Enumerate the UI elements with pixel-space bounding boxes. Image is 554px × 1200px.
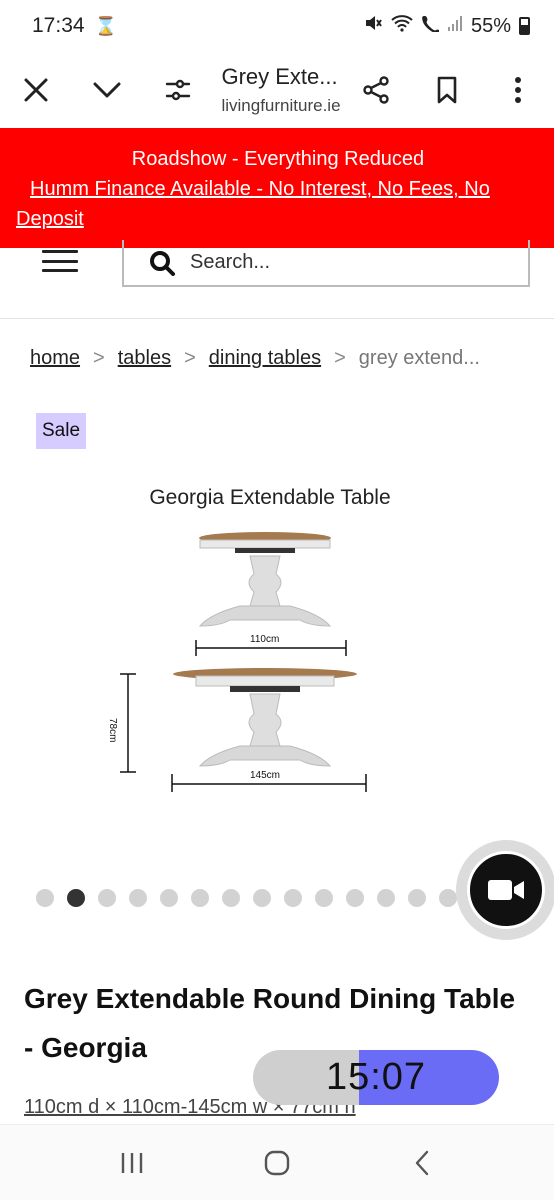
- carousel-dot[interactable]: [253, 889, 271, 907]
- breadcrumb-separator: >: [334, 347, 346, 369]
- carousel-dot[interactable]: [129, 889, 147, 907]
- carousel-dot[interactable]: [67, 889, 85, 907]
- search-icon: [150, 250, 175, 276]
- table-diagram: [120, 532, 367, 792]
- breadcrumb-tables[interactable]: tables: [118, 347, 171, 370]
- home-icon: [264, 1150, 290, 1175]
- video-call-button[interactable]: [456, 840, 554, 940]
- battery-icon: [519, 17, 530, 35]
- more-options-button[interactable]: [483, 58, 554, 122]
- status-icons: 55%: [363, 13, 530, 39]
- page-domain: livingfurniture.ie: [221, 96, 341, 115]
- image-caption: Georgia Extendable Table: [149, 486, 391, 509]
- carousel-dot[interactable]: [191, 889, 209, 907]
- minimize-button[interactable]: [71, 58, 142, 122]
- carousel-dot[interactable]: [160, 889, 178, 907]
- breadcrumb-separator: >: [184, 347, 196, 369]
- breadcrumb: home > tables > dining tables > grey ext…: [30, 347, 480, 370]
- back-button[interactable]: [392, 1133, 452, 1193]
- close-tab-button[interactable]: [0, 58, 71, 122]
- menu-button[interactable]: [42, 244, 78, 272]
- signal-icon: [447, 14, 463, 38]
- timer-text: 15:07: [325, 1056, 427, 1098]
- page-settings-button[interactable]: [142, 58, 213, 122]
- promo-headline: Roadshow - Everything Reduced: [131, 148, 425, 170]
- mute-icon: [363, 13, 383, 39]
- carousel-dot[interactable]: [439, 889, 457, 907]
- browser-toolbar: Grey Exte... livingfurniture.ie: [0, 52, 554, 128]
- status-bar: 17:34 ⌛ 55%: [0, 0, 554, 52]
- carousel-dot[interactable]: [222, 889, 240, 907]
- system-nav-bar: [0, 1124, 554, 1200]
- carousel-dot[interactable]: [284, 889, 302, 907]
- more-icon: [515, 77, 522, 103]
- timer-overlay[interactable]: 15:07: [253, 1050, 499, 1105]
- bookmark-icon: [437, 76, 457, 104]
- carousel-dot[interactable]: [377, 889, 395, 907]
- dim-closed-label: 110cm: [250, 634, 280, 645]
- dim-open-label: 145cm: [250, 770, 281, 781]
- carousel-dot[interactable]: [98, 889, 116, 907]
- search-input[interactable]: [190, 251, 490, 274]
- carousel-dot[interactable]: [315, 889, 333, 907]
- hamburger-line: [42, 269, 78, 272]
- carousel-dot[interactable]: [346, 889, 364, 907]
- carousel-dot[interactable]: [408, 889, 426, 907]
- breadcrumb-separator: >: [93, 347, 105, 369]
- url-area[interactable]: Grey Exte... livingfurniture.ie: [213, 64, 340, 116]
- search-bar[interactable]: [122, 240, 530, 287]
- product-image[interactable]: Georgia Extendable Table 110cm 145cm 78c…: [100, 478, 460, 818]
- wifi-calling-icon: [421, 14, 441, 38]
- finance-link[interactable]: Humm Finance Available - No Interest, No…: [16, 174, 540, 234]
- hourglass-icon: ⌛: [94, 15, 117, 36]
- recent-apps-icon: [122, 1152, 143, 1173]
- video-camera-icon: [488, 880, 524, 900]
- chevron-down-icon: [93, 82, 121, 98]
- wifi-icon: [391, 14, 413, 38]
- hamburger-icon: [42, 250, 78, 253]
- carousel-dots: [36, 889, 457, 907]
- close-icon: [24, 78, 48, 102]
- battery-percent: 55%: [470, 14, 511, 37]
- breadcrumb-home[interactable]: home: [30, 347, 80, 370]
- back-icon: [415, 1150, 428, 1175]
- bookmark-button[interactable]: [412, 58, 483, 122]
- sale-badge: Sale: [36, 413, 87, 449]
- page-title: Grey Exte...: [221, 64, 338, 89]
- share-button[interactable]: [341, 58, 412, 122]
- header-divider: [0, 318, 554, 319]
- hamburger-line: [42, 259, 78, 263]
- recent-apps-button[interactable]: [102, 1133, 162, 1193]
- status-time: 17:34: [32, 14, 85, 37]
- promo-banner: Roadshow - Everything Reduced Humm Finan…: [0, 128, 554, 248]
- video-button-inner: [467, 851, 545, 929]
- home-button[interactable]: [247, 1133, 307, 1193]
- carousel-dot[interactable]: [36, 889, 54, 907]
- breadcrumb-dining-tables[interactable]: dining tables: [209, 347, 321, 370]
- share-icon: [363, 76, 389, 104]
- page-settings-icon: [165, 79, 191, 101]
- breadcrumb-current: grey extend...: [358, 347, 480, 369]
- dim-height-label: 78cm: [107, 718, 118, 743]
